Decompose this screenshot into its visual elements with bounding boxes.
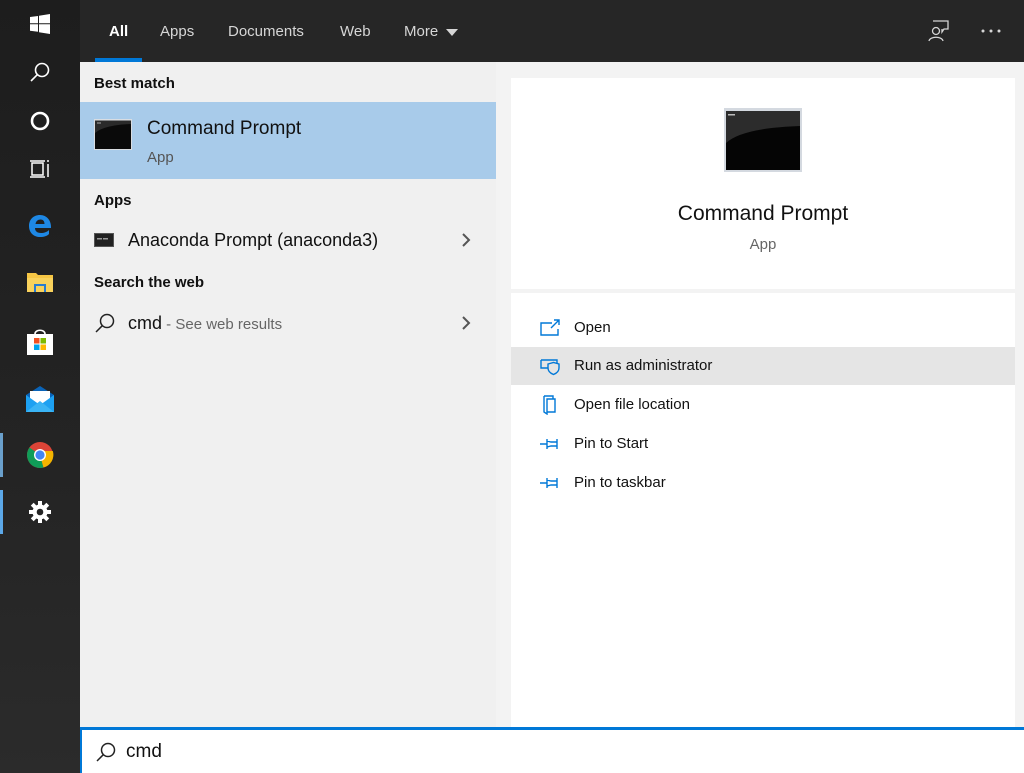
- tab-documents[interactable]: Documents: [228, 0, 304, 62]
- windows-search-start: All Apps Documents Web More Best match C…: [0, 0, 1024, 773]
- file-explorer-app[interactable]: [0, 254, 80, 310]
- tab-web[interactable]: Web: [340, 0, 371, 62]
- command-prompt-large-icon: [724, 108, 802, 172]
- running-indicator: [0, 433, 3, 477]
- store-bag-icon: [27, 329, 53, 355]
- command-prompt-icon: [94, 119, 132, 150]
- shield-admin-icon: [540, 359, 560, 376]
- web-query: cmd: [128, 313, 163, 333]
- tab-label: Apps: [160, 22, 195, 40]
- preview-header-card: Command Prompt App: [511, 78, 1015, 289]
- chevron-right-icon[interactable]: [458, 313, 474, 333]
- tab-label: Documents: [228, 22, 304, 40]
- best-match-title: Command Prompt: [147, 118, 302, 139]
- web-result-cmd[interactable]: cmd - See web results: [80, 303, 496, 343]
- tab-label: Web: [340, 22, 371, 40]
- action-pin-to-taskbar[interactable]: Pin to taskbar: [511, 464, 1015, 502]
- feedback-button[interactable]: [923, 16, 955, 46]
- best-match-command-prompt[interactable]: Command Prompt App: [80, 102, 496, 179]
- best-match-subtitle: App: [147, 149, 174, 166]
- action-label: Open file location: [574, 396, 690, 413]
- taskbar: [0, 0, 80, 773]
- edge-app[interactable]: [0, 198, 80, 254]
- tab-apps[interactable]: Apps: [160, 0, 194, 62]
- edge-icon: [29, 215, 52, 237]
- best-match-heading: Best match: [94, 75, 175, 92]
- search-box[interactable]: [80, 727, 1024, 773]
- action-pin-to-start[interactable]: Pin to Start: [511, 425, 1015, 463]
- tab-label: All: [109, 22, 129, 40]
- search-icon: [96, 742, 116, 762]
- search-web-heading: Search the web: [94, 274, 205, 291]
- tab-label: More: [404, 22, 439, 40]
- preview-title: Command Prompt: [677, 202, 849, 225]
- action-label: Pin to taskbar: [574, 474, 666, 491]
- search-filter-bar: All Apps Documents Web More: [80, 0, 1024, 62]
- tab-more[interactable]: More: [404, 0, 459, 62]
- file-location-icon: [543, 395, 556, 415]
- task-view-icon: [30, 160, 49, 178]
- ellipsis-icon: [981, 29, 1001, 33]
- task-view-button[interactable]: [0, 141, 80, 197]
- cortana-circle-icon: [30, 111, 50, 131]
- action-label: Run as administrator: [574, 357, 713, 374]
- action-open-file-location[interactable]: Open file location: [511, 386, 1015, 424]
- action-label: Pin to Start: [574, 435, 649, 452]
- chrome-icon: [27, 442, 54, 468]
- more-options-button[interactable]: [975, 16, 1007, 46]
- app-result-anaconda-prompt[interactable]: Anaconda Prompt (anaconda3): [80, 220, 496, 260]
- tab-all[interactable]: All: [95, 0, 143, 62]
- gear-icon: [29, 501, 51, 523]
- web-result-label: cmd - See web results: [128, 313, 282, 334]
- app-result-label: Anaconda Prompt (anaconda3): [128, 230, 379, 250]
- active-indicator: [0, 490, 3, 534]
- apps-heading: Apps: [94, 192, 132, 209]
- caret-down-icon: [446, 28, 459, 36]
- open-window-icon: [540, 319, 560, 336]
- action-open[interactable]: Open: [511, 309, 1015, 347]
- preview-actions-list: Open Run as administrator Open file loca…: [511, 293, 1015, 727]
- web-suffix: - See web results: [162, 316, 283, 333]
- windows-logo-icon: [30, 14, 50, 34]
- feedback-person-icon: [928, 20, 949, 42]
- mail-app[interactable]: [0, 371, 80, 427]
- mail-icon: [26, 386, 54, 412]
- pin-icon: [540, 478, 558, 488]
- chrome-app[interactable]: [0, 427, 80, 483]
- search-icon: [30, 62, 50, 82]
- search-button[interactable]: [0, 44, 80, 100]
- search-input[interactable]: [126, 736, 1006, 768]
- folder-icon: [27, 273, 53, 292]
- settings-app[interactable]: [0, 484, 80, 540]
- chevron-right-icon[interactable]: [458, 230, 474, 250]
- pin-icon: [540, 439, 558, 449]
- search-icon: [95, 313, 115, 333]
- action-label: Open: [574, 319, 611, 336]
- store-app[interactable]: [0, 313, 80, 369]
- preview-subtitle: App: [749, 236, 777, 253]
- action-run-as-administrator[interactable]: Run as administrator: [511, 347, 1015, 385]
- terminal-icon: [94, 233, 114, 247]
- results-pane: Best match Command Prompt App Apps Anaco…: [80, 62, 496, 727]
